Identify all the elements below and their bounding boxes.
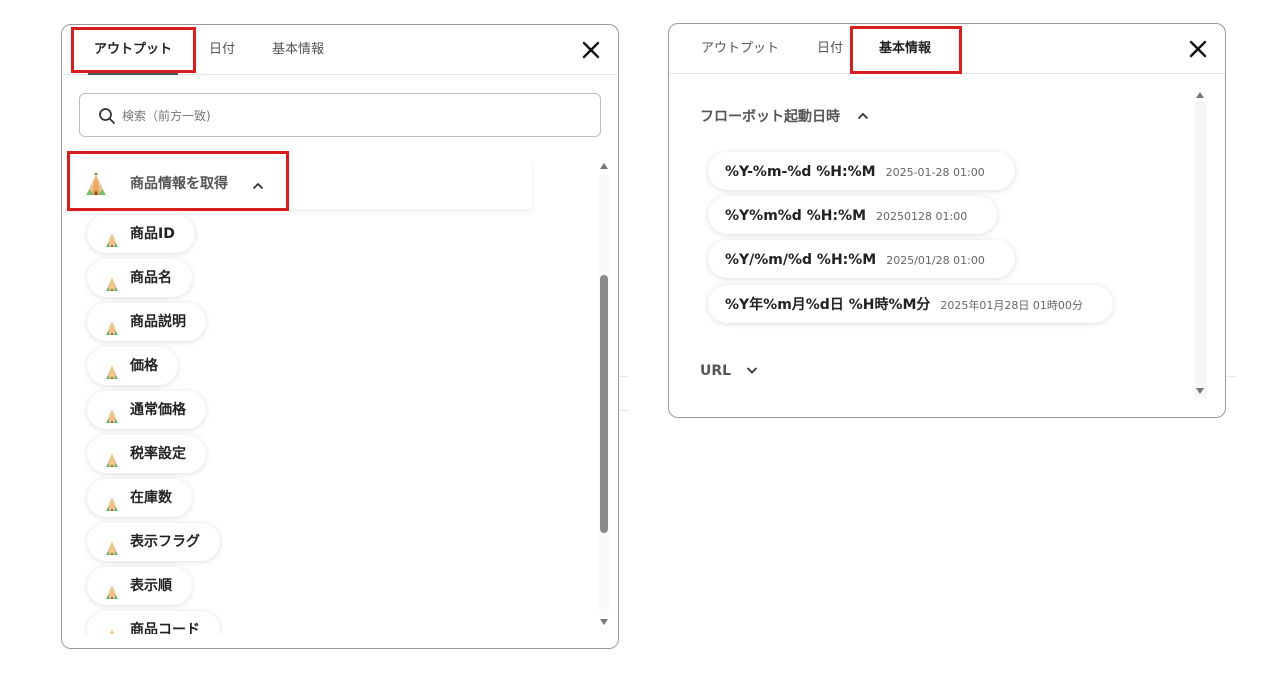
- item-label: 商品ID: [130, 226, 175, 242]
- chevron-up-icon[interactable]: [252, 176, 264, 195]
- list-item[interactable]: 表示順: [87, 567, 192, 605]
- date-format-option[interactable]: %Y/%m/%d %H:%M 2025/01/28 01:00: [708, 240, 1015, 278]
- list-item[interactable]: 税率設定: [87, 435, 206, 473]
- item-label: 価格: [130, 358, 158, 374]
- item-label: 在庫数: [130, 490, 172, 506]
- format-code: %Y-%m-%d %H:%M: [725, 164, 876, 180]
- item-label: 表示フラグ: [130, 534, 200, 550]
- item-label: 商品コード: [130, 622, 200, 634]
- item-label: 商品名: [130, 270, 172, 286]
- tab-basic-info[interactable]: 基本情報: [272, 25, 324, 75]
- section-label: URL: [700, 363, 732, 379]
- list-item[interactable]: 商品説明: [87, 303, 206, 341]
- scroll-up-arrow-icon[interactable]: [600, 163, 608, 169]
- list-item[interactable]: 商品名: [87, 259, 192, 297]
- scrollbar-thumb[interactable]: [600, 275, 608, 533]
- scroll-down-arrow-icon[interactable]: [600, 619, 608, 625]
- list-item[interactable]: 在庫数: [87, 479, 192, 517]
- divider: [619, 410, 629, 411]
- close-icon[interactable]: [580, 39, 602, 61]
- tipi-icon: [105, 225, 119, 263]
- tipi-icon: [84, 171, 108, 201]
- tipi-icon: [105, 445, 119, 483]
- date-format-option[interactable]: %Y年%m月%d日 %H時%M分 2025年01月28日 01時00分: [708, 285, 1113, 323]
- search-input[interactable]: [122, 104, 562, 128]
- divider: [1225, 376, 1237, 377]
- format-code: %Y年%m月%d日 %H時%M分: [725, 297, 931, 313]
- tipi-icon: [105, 489, 119, 527]
- scrollbar-track[interactable]: [1195, 102, 1207, 398]
- format-code: %Y/%m/%d %H:%M: [725, 252, 877, 268]
- tipi-icon: [105, 577, 119, 615]
- group-header-get-product-info[interactable]: 商品情報を取得: [62, 157, 532, 209]
- list-item[interactable]: 価格: [87, 347, 178, 385]
- tab-output[interactable]: アウトプット: [701, 24, 779, 74]
- tipi-icon: [105, 533, 119, 571]
- chevron-down-icon[interactable]: [746, 363, 758, 379]
- scroll-up-arrow-icon[interactable]: [1196, 92, 1204, 98]
- list-item[interactable]: 商品コード: [87, 611, 220, 634]
- scroll-down-arrow-icon[interactable]: [1196, 388, 1204, 394]
- format-example: 2025/01/28 01:00: [886, 254, 985, 267]
- tab-bar: アウトプット 日付 基本情報: [669, 24, 1225, 74]
- tab-bar: アウトプット 日付 基本情報: [62, 25, 618, 75]
- search-input-box[interactable]: [79, 93, 601, 137]
- format-code: %Y%m%d %H:%M: [725, 208, 867, 224]
- date-format-option[interactable]: %Y%m%d %H:%M 20250128 01:00: [708, 196, 998, 234]
- search-icon: [98, 107, 116, 125]
- tab-basic-info[interactable]: 基本情報: [872, 24, 938, 74]
- output-item-list: 商品ID 商品名 商品説明 価格 通常価格 税率設定 在庫数 表示フラグ 表示順…: [62, 209, 592, 634]
- item-label: 通常価格: [130, 402, 186, 418]
- section-label: フローボット起動日時: [700, 109, 840, 125]
- output-selector-panel-left: アウトプット 日付 基本情報 商品情報を取得: [61, 24, 619, 649]
- divider: [619, 376, 629, 377]
- list-item[interactable]: 表示フラグ: [87, 523, 220, 561]
- item-label: 商品説明: [130, 314, 186, 330]
- format-example: 20250128 01:00: [876, 210, 968, 223]
- date-format-option[interactable]: %Y-%m-%d %H:%M 2025-01-28 01:00: [708, 152, 1015, 190]
- item-label: 税率設定: [130, 446, 186, 462]
- tipi-icon: [105, 313, 119, 351]
- tipi-icon: [105, 621, 119, 634]
- tab-output[interactable]: アウトプット: [87, 25, 179, 75]
- list-item[interactable]: 商品ID: [87, 215, 195, 253]
- tipi-icon: [105, 401, 119, 439]
- group-label: 商品情報を取得: [130, 176, 228, 192]
- output-selector-panel-right: アウトプット 日付 基本情報 フローボット起動日時 %Y-%m-%d %H:%M…: [668, 23, 1226, 418]
- section-header-flowbot-start-time[interactable]: フローボット起動日時: [700, 106, 869, 126]
- chevron-up-icon[interactable]: [857, 109, 869, 125]
- tipi-icon: [105, 357, 119, 395]
- format-example: 2025-01-28 01:00: [885, 166, 985, 179]
- tipi-icon: [105, 269, 119, 307]
- close-icon[interactable]: [1187, 38, 1209, 60]
- format-example: 2025年01月28日 01時00分: [940, 299, 1083, 312]
- item-label: 表示順: [130, 578, 172, 594]
- tab-date[interactable]: 日付: [817, 24, 843, 74]
- tab-date[interactable]: 日付: [209, 25, 235, 75]
- section-header-url[interactable]: URL: [700, 363, 758, 379]
- list-item[interactable]: 通常価格: [87, 391, 206, 429]
